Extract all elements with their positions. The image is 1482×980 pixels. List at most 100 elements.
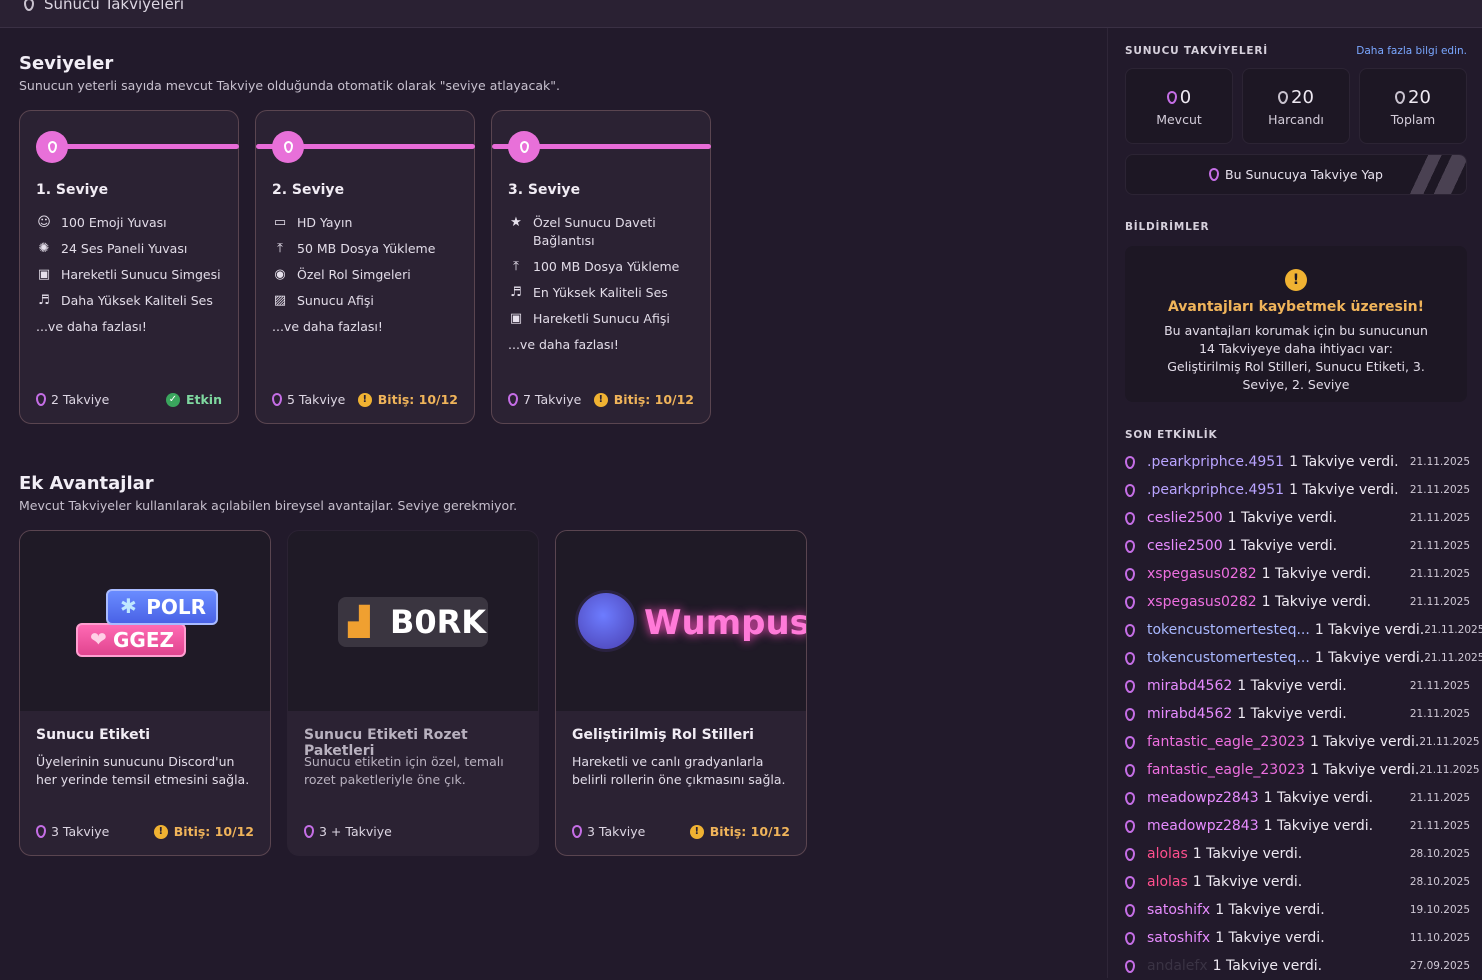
role-icon: ◉	[274, 267, 286, 282]
notification-card: ! Avantajları kaybetmek üzeresin! Bu ava…	[1125, 246, 1467, 402]
boost-gem-icon	[36, 131, 68, 163]
activity-username[interactable]: mirabd4562	[1147, 678, 1232, 694]
badge-pack-preview: B0RK ▟	[288, 531, 538, 711]
more-perks: ...ve daha fazlası!	[508, 337, 619, 352]
activity-row: satoshifx 1 Takviye verdi. 11.10.2025	[1125, 924, 1470, 952]
activity-username[interactable]: tokencustomertesteq...	[1147, 650, 1310, 666]
level-progress	[36, 131, 239, 163]
activity-username[interactable]: ceslie2500	[1147, 538, 1223, 554]
activity-username[interactable]: fantastic_eagle_23023	[1147, 762, 1305, 778]
more-perks: ...ve daha fazlası!	[272, 319, 383, 334]
level-boost-count: 2 Takviye	[51, 392, 110, 407]
boost-gem-icon	[1278, 91, 1289, 104]
boost-gem-icon	[1125, 875, 1135, 889]
activity-username[interactable]: fantastic_eagle_23023	[1147, 734, 1305, 750]
boost-gem-icon	[1125, 819, 1135, 833]
level-boost-count: 7 Takviye	[523, 392, 582, 407]
check-icon: ✓	[165, 392, 180, 407]
stat-available: 0 Mevcut	[1125, 68, 1233, 144]
activity-message: 1 Takviye verdi.	[1263, 818, 1374, 834]
perk-card-server-tag[interactable]: GGEZ POLR ❤ ✱ Sunucu Etiketi Üyelerinin …	[19, 530, 271, 856]
activity-username[interactable]: xspegasus0282	[1147, 566, 1257, 582]
image-icon: ▨	[273, 293, 287, 308]
perk-card-badge-packs[interactable]: B0RK ▟ Sunucu Etiketi Rozet Paketleri Su…	[287, 530, 539, 856]
activity-username[interactable]: satoshifx	[1147, 902, 1210, 918]
levels-heading: Seviyeler	[19, 53, 114, 74]
boost-gem-icon	[272, 131, 304, 163]
upload-icon: ⤒	[277, 241, 283, 256]
level-expiry: Bitiş: 10/12	[613, 392, 694, 407]
role-style-preview: Wumpus	[556, 531, 806, 711]
perk-list: ▭ HD Yayın ⤒ 50 MB Dosya Yükleme ◉ Özel Rol S…	[272, 214, 467, 344]
boost-gem-icon	[272, 393, 282, 406]
star-icon: ★	[510, 215, 522, 230]
activity-username[interactable]: .pearkpriphce.4951	[1147, 482, 1284, 498]
activity-row: andalefx 1 Takviye verdi. 27.09.2025	[1125, 952, 1470, 980]
warning-icon: !	[153, 824, 168, 839]
activity-username[interactable]: alolas	[1147, 846, 1188, 862]
notification-heading: Avantajları kaybetmek üzeresin!	[1167, 299, 1425, 315]
activity-username[interactable]: .pearkpriphce.4951	[1147, 454, 1284, 470]
activity-username[interactable]: alolas	[1147, 874, 1188, 890]
activity-date: 21.11.2025	[1409, 820, 1470, 832]
activity-message: 1 Takviye verdi.	[1212, 958, 1323, 974]
activity-row: ceslie2500 1 Takviye verdi. 21.11.2025	[1125, 532, 1470, 560]
activity-message: 1 Takviye verdi.	[1192, 874, 1303, 890]
perk-description: Hareketli ve canlı gradyanlarla belirli …	[572, 754, 786, 787]
role-name-wumpus: Wumpus	[644, 603, 807, 643]
boost-gem-icon	[1166, 91, 1177, 104]
levels-subtitle: Sunucun yeterli sayıda mevcut Takviye ol…	[19, 78, 560, 93]
gif-icon: ▣	[509, 311, 523, 326]
perk-card-role-styles[interactable]: Wumpus Geliştirilmiş Rol Stilleri Hareke…	[555, 530, 807, 856]
boost-gem-icon	[1125, 567, 1135, 581]
boost-gem-icon	[1125, 847, 1135, 861]
activity-username[interactable]: satoshifx	[1147, 930, 1210, 946]
perk-item: ★ Özel Sunucu Daveti Bağlantısı	[508, 214, 703, 250]
activity-message: 1 Takviye verdi.	[1263, 790, 1374, 806]
boost-sidebar: SUNUCU TAKVİYELERİ Daha fazla bilgi edin…	[1107, 28, 1482, 978]
activity-row: meadowpz2843 1 Takviye verdi. 21.11.2025	[1125, 812, 1470, 840]
activity-date: 11.10.2025	[1409, 932, 1470, 944]
activity-date: 21.11.2025	[1409, 484, 1470, 496]
activity-date: 28.10.2025	[1409, 848, 1470, 860]
activity-username[interactable]: meadowpz2843	[1147, 790, 1259, 806]
boost-gem-icon	[1395, 91, 1406, 104]
activity-message: 1 Takviye verdi.	[1309, 734, 1420, 750]
activity-row: mirabd4562 1 Takviye verdi. 21.11.2025	[1125, 700, 1470, 728]
activity-date: 21.11.2025	[1409, 596, 1470, 608]
page-title: Sunucu Takviyeleri	[44, 0, 185, 13]
boost-gem-icon	[1125, 455, 1135, 469]
activity-date: 27.09.2025	[1409, 960, 1470, 972]
boost-gem-icon	[508, 131, 540, 163]
top-bar: Sunucu Takviyeleri	[0, 0, 1482, 28]
perk-item: ✺ 24 Ses Paneli Yuvası	[36, 240, 231, 258]
boost-gem-icon	[1125, 483, 1135, 497]
boost-server-button[interactable]: Bu Sunucuya Takviye Yap	[1125, 154, 1467, 195]
boost-gem-icon	[1125, 539, 1135, 553]
perk-title: Geliştirilmiş Rol Stilleri	[572, 727, 754, 743]
activity-username[interactable]: xspegasus0282	[1147, 594, 1257, 610]
notification-text: Bu avantajları korumak için bu sunucunun…	[1164, 323, 1428, 392]
boosts-section-title: SUNUCU TAKVİYELERİ	[1125, 45, 1268, 57]
activity-date: 21.11.2025	[1409, 680, 1470, 692]
perk-boost-count: 3 Takviye	[587, 824, 646, 839]
activity-title: SON ETKİNLİK	[1125, 429, 1218, 441]
gear-icon: ✱	[120, 594, 137, 618]
boost-gem-icon	[1125, 679, 1135, 693]
boost-gem-icon	[1125, 903, 1135, 917]
perk-item: ⤒ 100 MB Dosya Yükleme	[508, 258, 703, 276]
learn-more-link[interactable]: Daha fazla bilgi edin.	[1356, 45, 1467, 57]
activity-message: 1 Takviye verdi.	[1314, 622, 1425, 638]
activity-username[interactable]: andalefx	[1147, 958, 1208, 974]
activity-username[interactable]: meadowpz2843	[1147, 818, 1259, 834]
activity-username[interactable]: ceslie2500	[1147, 510, 1223, 526]
boost-gem-icon	[1125, 623, 1135, 637]
activity-date: 21.11.2025	[1419, 736, 1480, 748]
activity-username[interactable]: tokencustomertesteq...	[1147, 622, 1310, 638]
activity-username[interactable]: mirabd4562	[1147, 706, 1232, 722]
warning-icon: !	[593, 392, 608, 407]
activity-date: 21.11.2025	[1424, 624, 1482, 636]
level-status: Etkin	[185, 392, 222, 407]
activity-list: .pearkpriphce.4951 1 Takviye verdi. 21.11.…	[1125, 448, 1482, 980]
perk-description: Üyelerinin sunucunu Discord'un her yerin…	[36, 754, 250, 787]
